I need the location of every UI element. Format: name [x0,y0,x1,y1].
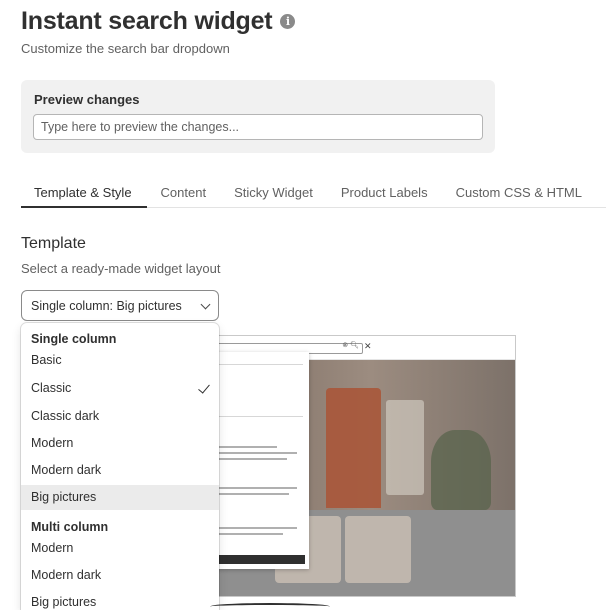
preview-product-thumb [345,516,411,583]
preview-text-line [217,446,277,448]
option-single-classic[interactable]: Classic [21,376,219,401]
preview-divider [217,364,303,365]
template-section-title: Template [21,235,86,252]
info-icon[interactable]: i [280,14,296,29]
preview-input[interactable] [33,114,483,140]
tab-sticky-widget[interactable]: Sticky Widget [220,176,327,208]
chevron-down-icon [200,299,211,310]
preview-label: Preview changes [34,92,140,107]
option-multi-modern-dark[interactable]: Modern dark [21,563,219,588]
group-label-single-column: Single column [31,332,117,346]
option-single-classic-label: Classic [31,381,72,395]
preview-view-all-button [217,555,305,564]
tab-content[interactable]: Content [147,176,221,208]
preview-card: Preview changes [21,80,495,153]
preview-plant-shape [431,430,491,510]
option-single-classic-dark[interactable]: Classic dark [21,404,219,429]
tab-custom-css-html[interactable]: Custom CSS & HTML [442,176,596,208]
preview-text-line [217,487,297,489]
template-select-value: Single column: Big pictures [31,298,182,313]
option-single-modern[interactable]: Modern [21,431,219,456]
preview-text-line [217,527,297,529]
bottom-edge-bar [210,603,330,610]
preview-divider [217,416,303,417]
option-multi-modern[interactable]: Modern [21,536,219,561]
template-dropdown-list: Single column Basic Classic Classic dark… [21,323,219,610]
preview-text-line [217,458,287,460]
preview-text-line [217,493,289,495]
page-title: Instant search widget i [21,7,296,36]
preview-jacket-shape [326,388,381,508]
checkmark-icon [198,381,210,394]
preview-text-line [217,452,297,454]
template-section-subtitle: Select a ready-made widget layout [21,261,221,276]
tab-bar: Template & Style Content Sticky Widget P… [21,176,606,208]
tab-product-labels[interactable]: Product Labels [327,176,442,208]
option-multi-big-pictures[interactable]: Big pictures [21,590,219,610]
option-single-big-pictures[interactable]: Big pictures [21,485,219,510]
option-single-basic[interactable]: Basic [21,348,219,373]
option-single-modern-dark[interactable]: Modern dark [21,458,219,483]
preview-bag-shape [386,400,424,495]
preview-dropdown-panel [211,352,309,569]
group-label-multi-column: Multi column [31,520,109,534]
close-icon: ✕ [364,341,372,351]
page-title-text: Instant search widget [21,7,273,35]
preview-text-line [217,533,283,535]
preview-search-icons: ⊗ 🔍︎ [342,342,359,349]
template-select[interactable]: Single column: Big pictures [21,290,219,321]
page-subtitle: Customize the search bar dropdown [21,41,230,56]
tab-template-style[interactable]: Template & Style [21,176,147,208]
